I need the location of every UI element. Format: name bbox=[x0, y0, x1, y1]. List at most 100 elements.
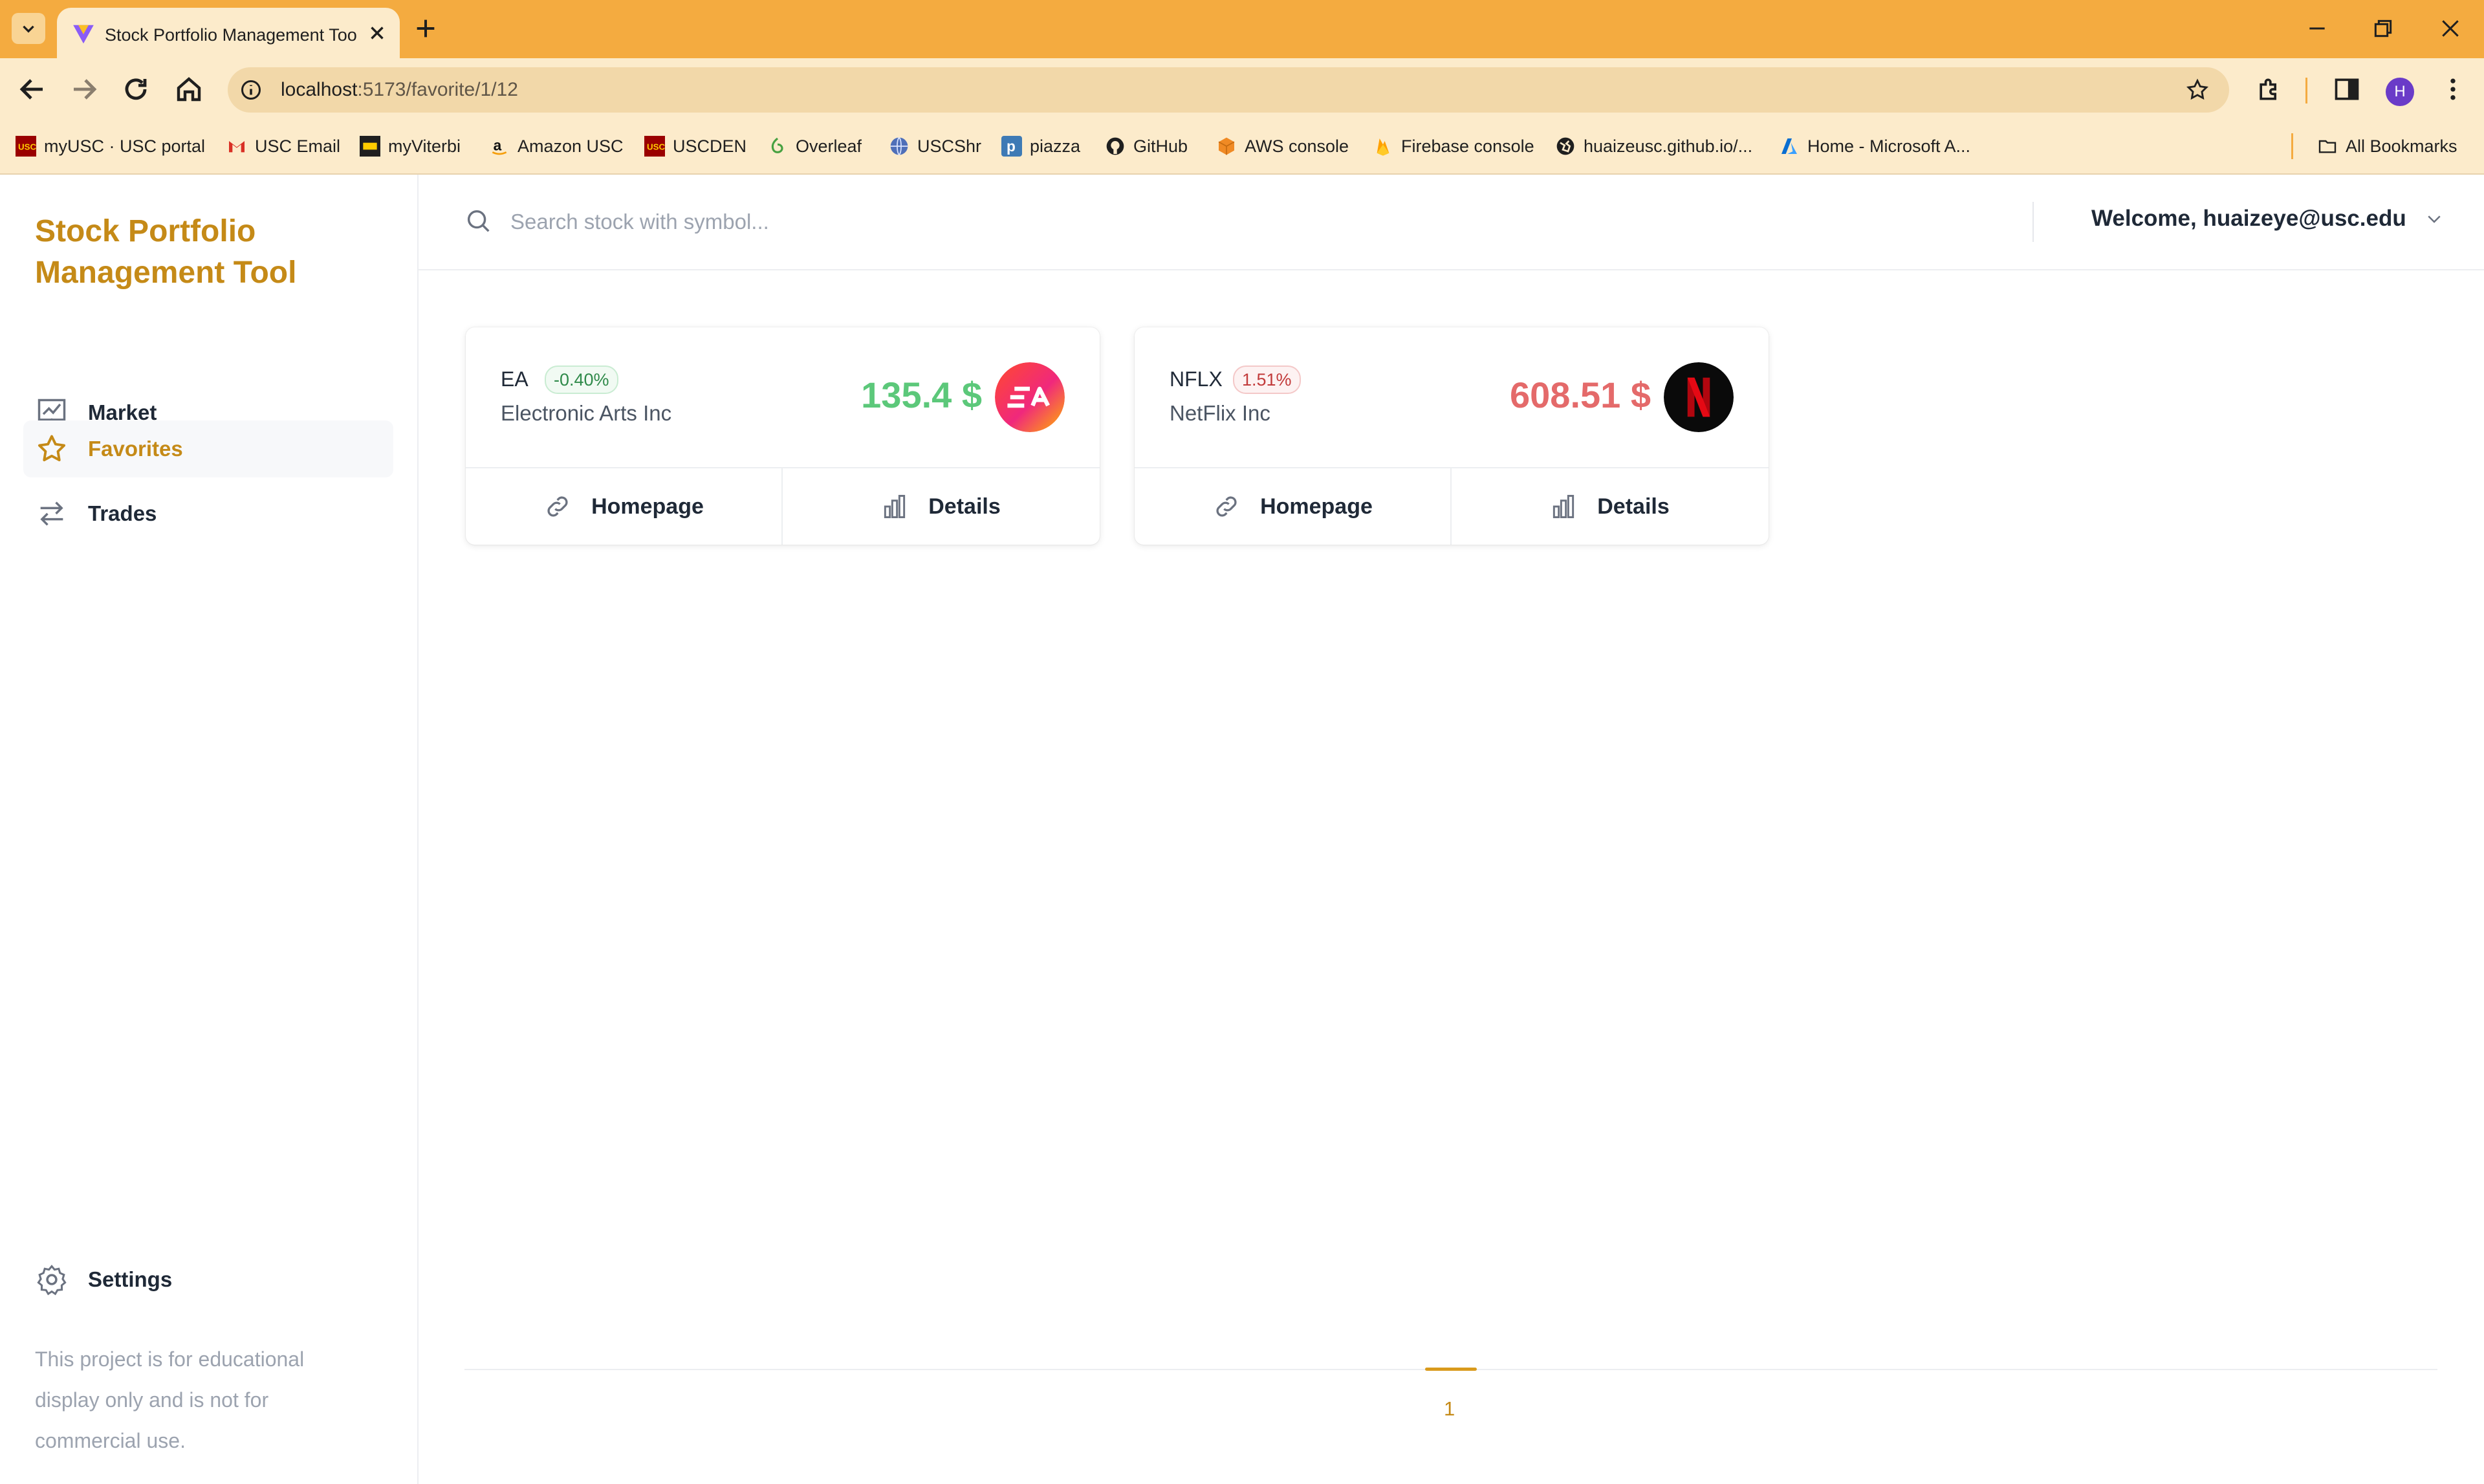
details-button[interactable]: Details bbox=[783, 468, 1098, 545]
browser-tab-active[interactable]: Stock Portfolio Management Tool bbox=[57, 8, 400, 58]
swap-arrows-icon bbox=[40, 501, 63, 526]
homepage-label: Homepage bbox=[1260, 494, 1373, 519]
bookmarks-separator bbox=[2291, 133, 2293, 159]
tab-search-button[interactable] bbox=[12, 13, 45, 44]
homepage-button[interactable]: Homepage bbox=[466, 468, 783, 545]
bookmark-uscden[interactable]: USC USCDEN bbox=[644, 133, 746, 159]
bookmark-uscshr[interactable]: USCShr bbox=[889, 133, 981, 159]
svg-text:a: a bbox=[494, 137, 502, 154]
address-bar[interactable]: localhost:5173/favorite/1/12 bbox=[228, 67, 2229, 113]
bookmark-label: USCShr bbox=[917, 136, 982, 156]
close-tab-icon[interactable] bbox=[366, 22, 388, 44]
bookmark-label: Amazon USC bbox=[518, 136, 624, 156]
reload-icon[interactable] bbox=[120, 74, 151, 105]
search-input[interactable] bbox=[509, 202, 1676, 242]
amazon-icon: a bbox=[492, 137, 507, 155]
svg-text:USC: USC bbox=[18, 142, 36, 151]
bookmark-amazon-usc[interactable]: a Amazon USC bbox=[489, 133, 624, 159]
user-menu[interactable]: Welcome, huaizeye@usc.edu bbox=[2091, 206, 2444, 232]
bookmark-github[interactable]: GitHub bbox=[1105, 133, 1188, 159]
change-badge: 1.51% bbox=[1233, 366, 1301, 394]
welcome-text: Welcome, huaizeye@usc.edu bbox=[2091, 206, 2406, 231]
home-icon[interactable] bbox=[173, 74, 204, 105]
restore-icon[interactable] bbox=[2370, 16, 2396, 41]
header-divider bbox=[2032, 202, 2034, 242]
back-arrow-icon[interactable] bbox=[17, 74, 48, 105]
more-menu-icon[interactable] bbox=[2439, 75, 2467, 104]
bookmarks-bar: USC myUSC · USC portal USC Email myViter… bbox=[0, 120, 2484, 175]
bar-chart-icon bbox=[1553, 495, 1574, 518]
netflix-logo bbox=[1664, 362, 1734, 432]
site-info-icon[interactable] bbox=[239, 78, 263, 102]
all-bookmarks-label: All Bookmarks bbox=[2346, 136, 2457, 156]
side-panel-icon[interactable] bbox=[2333, 75, 2361, 104]
bookmark-myusc[interactable]: USC myUSC · USC portal bbox=[16, 133, 205, 159]
search-icon bbox=[467, 210, 490, 232]
bookmark-label: myViterbi bbox=[388, 136, 461, 156]
bookmark-aws[interactable]: AWS console bbox=[1216, 133, 1349, 159]
azure-icon bbox=[1781, 138, 1797, 154]
sidebar-item-settings[interactable]: Settings bbox=[23, 1251, 393, 1308]
stock-price: 135.4 $ bbox=[861, 375, 982, 415]
bookmark-label: USCDEN bbox=[673, 136, 747, 156]
close-window-icon[interactable] bbox=[2437, 16, 2463, 41]
bookmark-label: myUSC · USC portal bbox=[44, 136, 206, 156]
bar-chart-icon bbox=[884, 495, 906, 518]
bookmark-huaizeusc-github-io[interactable]: huaizeusc.github.io/... bbox=[1555, 133, 1752, 159]
github-icon bbox=[1106, 137, 1124, 155]
url-text[interactable]: localhost:5173/favorite/1/12 bbox=[281, 79, 518, 101]
minimize-icon[interactable] bbox=[2304, 16, 2330, 41]
bookmark-star-icon[interactable] bbox=[2185, 78, 2210, 102]
globe-icon bbox=[1556, 137, 1574, 155]
piazza-icon: p bbox=[1001, 136, 1022, 157]
ea-logo bbox=[995, 362, 1065, 432]
disclaimer-text: This project is for educational display … bbox=[35, 1348, 305, 1452]
gear-icon bbox=[37, 1265, 67, 1296]
bookmark-label: huaizeusc.github.io/... bbox=[1584, 136, 1753, 156]
sidebar-item-favorites[interactable]: Favorites bbox=[23, 420, 393, 477]
stock-card-header: NFLX 1.51% NetFlix Inc 608.51 $ bbox=[1135, 327, 1769, 468]
app-title: Stock Portfolio Management Tool bbox=[35, 214, 297, 290]
star-icon bbox=[38, 435, 66, 462]
new-tab-icon[interactable] bbox=[413, 16, 439, 41]
globe-icon bbox=[890, 137, 908, 155]
sidebar-item-trades[interactable]: Trades bbox=[23, 485, 393, 542]
bookmark-label: Overleaf bbox=[796, 136, 862, 156]
stock-symbol: NFLX bbox=[1170, 367, 1223, 391]
extensions-puzzle-icon[interactable] bbox=[2255, 75, 2283, 104]
gmail-icon bbox=[229, 141, 245, 153]
sidebar-item-label: Favorites bbox=[88, 437, 183, 461]
chevron-down-icon bbox=[2428, 215, 2441, 223]
details-button[interactable]: Details bbox=[1452, 468, 1767, 545]
bookmark-piazza[interactable]: p piazza bbox=[1001, 133, 1080, 159]
firebase-icon bbox=[1377, 138, 1389, 156]
overleaf-icon bbox=[771, 137, 783, 153]
sidebar-item-label: Settings bbox=[88, 1267, 173, 1291]
details-label: Details bbox=[928, 494, 1001, 519]
all-bookmarks-button[interactable]: All Bookmarks bbox=[2317, 133, 2457, 159]
bookmark-myviterbi[interactable]: myViterbi bbox=[360, 133, 461, 159]
svg-text:p: p bbox=[1007, 138, 1016, 155]
pagination-active-indicator bbox=[1425, 1368, 1477, 1371]
bookmark-microsoft-azure[interactable]: Home - Microsoft A... bbox=[1779, 133, 1970, 159]
forward-arrow-icon[interactable] bbox=[69, 74, 100, 105]
change-badge: -0.40% bbox=[545, 366, 618, 394]
browser-tab-bar: Stock Portfolio Management Tool bbox=[0, 0, 2484, 58]
bookmark-usc-email[interactable]: USC Email bbox=[226, 133, 340, 159]
viterbi-icon bbox=[360, 136, 380, 157]
usc-icon: USC bbox=[16, 136, 36, 157]
browser-toolbar: localhost:5173/favorite/1/12 H bbox=[0, 58, 2484, 120]
bookmark-firebase[interactable]: Firebase console bbox=[1373, 133, 1534, 159]
tab-title: Stock Portfolio Management Tool bbox=[105, 25, 357, 45]
homepage-button[interactable]: Homepage bbox=[1135, 468, 1452, 545]
profile-avatar[interactable]: H bbox=[2386, 78, 2414, 106]
company-name: Electronic Arts Inc bbox=[501, 401, 672, 425]
stock-card-header: EA -0.40% Electronic Arts Inc 135.4 $ bbox=[466, 327, 1100, 468]
bookmark-label: Home - Microsoft A... bbox=[1807, 136, 1971, 156]
bookmark-overleaf[interactable]: Overleaf bbox=[767, 133, 862, 159]
url-path: :5173/favorite/1/12 bbox=[357, 79, 518, 100]
pagination-page-1[interactable]: 1 bbox=[1444, 1397, 1455, 1421]
bookmark-label: GitHub bbox=[1133, 136, 1188, 156]
details-label: Details bbox=[1597, 494, 1670, 519]
aws-icon bbox=[1218, 137, 1235, 155]
